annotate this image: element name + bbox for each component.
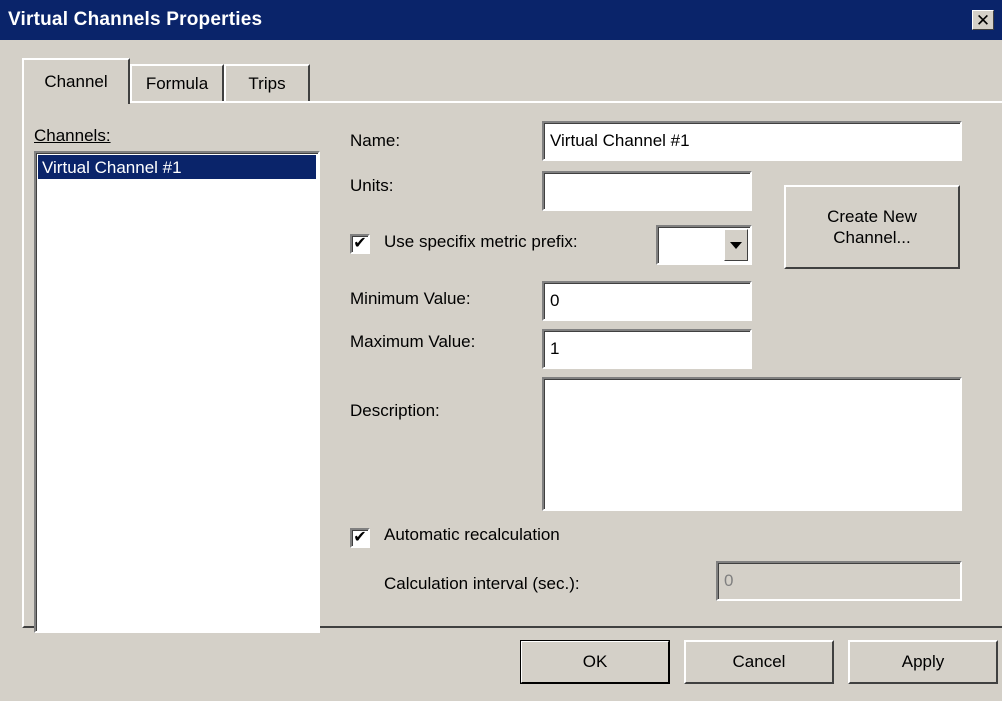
channels-list[interactable]: Virtual Channel #1 (34, 151, 320, 633)
tab-panel-channel: Channels: Virtual Channel #1 Name: Virtu… (22, 101, 1002, 633)
metric-prefix-checkbox[interactable]: ✔ (350, 234, 370, 254)
dropdown-button[interactable] (724, 229, 748, 261)
auto-recalc-checkbox[interactable]: ✔ (350, 528, 370, 548)
metric-prefix-select[interactable] (656, 225, 752, 265)
tab-trips-label: Trips (248, 74, 286, 93)
tab-channel[interactable]: Channel (22, 58, 130, 104)
check-icon: ✔ (353, 529, 367, 546)
name-label: Name: (350, 131, 401, 150)
description-textarea[interactable] (542, 377, 962, 511)
check-icon: ✔ (353, 235, 367, 252)
interval-label: Calculation interval (sec.): (384, 574, 580, 593)
name-input[interactable]: Virtual Channel #1 (542, 121, 962, 161)
ok-button-label: OK (582, 652, 608, 672)
channels-label-text: Channels: (34, 126, 111, 145)
channels-label: Channels: (34, 126, 111, 146)
apply-button[interactable]: Apply (848, 640, 998, 684)
minimum-label: Minimum Value: (350, 289, 471, 308)
units-input[interactable] (542, 171, 752, 211)
title-bar[interactable]: Virtual Channels Properties ✕ (0, 0, 1002, 40)
units-label: Units: (350, 176, 394, 195)
maximum-input-value: 1 (550, 339, 560, 358)
tab-formula[interactable]: Formula (130, 64, 224, 102)
tab-trips[interactable]: Trips (224, 64, 310, 102)
maximum-input[interactable]: 1 (542, 329, 752, 369)
auto-recalc-label: Automatic recalculation (384, 525, 560, 544)
interval-input[interactable]: 0 (716, 561, 962, 601)
interval-input-value: 0 (724, 571, 734, 590)
chevron-down-icon (730, 241, 742, 249)
list-item-label: Virtual Channel #1 (42, 158, 182, 177)
list-item[interactable]: Virtual Channel #1 (38, 155, 316, 179)
close-button[interactable]: ✕ (972, 10, 994, 30)
minimum-input-value: 0 (550, 291, 560, 310)
tab-channel-label: Channel (44, 72, 108, 91)
apply-button-label: Apply (901, 652, 945, 672)
cancel-button-label: Cancel (732, 652, 786, 672)
minimum-input[interactable]: 0 (542, 281, 752, 321)
cancel-button[interactable]: Cancel (684, 640, 834, 684)
description-label: Description: (350, 401, 440, 420)
maximum-label: Maximum Value: (350, 332, 476, 351)
create-button-line2: Channel... (833, 228, 911, 247)
name-input-value: Virtual Channel #1 (550, 131, 690, 150)
metric-prefix-label: Use specifix metric prefix: (384, 232, 578, 251)
ok-button[interactable]: OK (520, 640, 670, 684)
create-new-channel-button[interactable]: Create New Channel... (784, 185, 960, 269)
tab-formula-label: Formula (145, 74, 209, 93)
close-icon: ✕ (975, 10, 991, 30)
window-title: Virtual Channels Properties (8, 9, 263, 30)
create-button-line1: Create New (827, 206, 917, 226)
